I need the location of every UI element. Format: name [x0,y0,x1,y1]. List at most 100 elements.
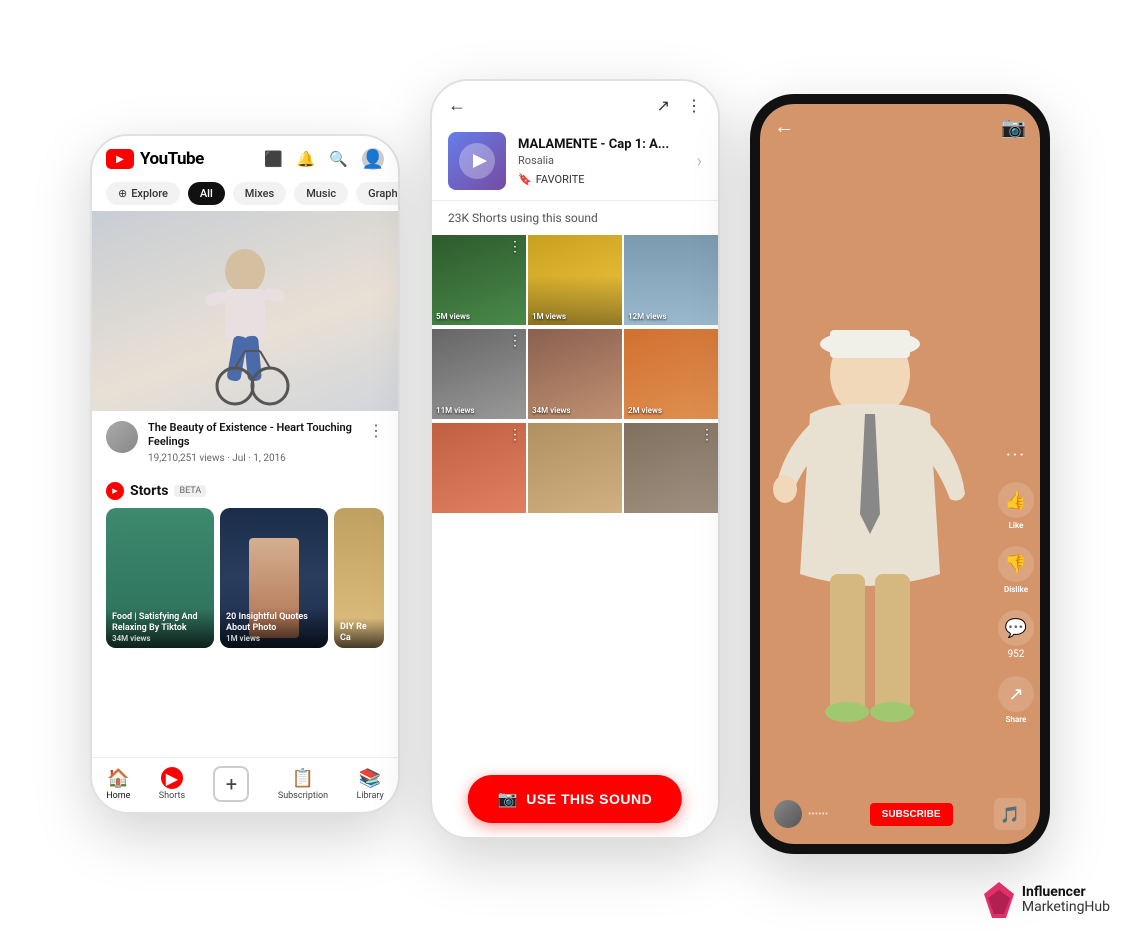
channel-avatar [106,421,138,453]
account-icon[interactable]: 👤 [362,148,384,170]
tiktok-share-action[interactable]: ↗ Share [998,676,1034,724]
shorts-icon [106,482,124,500]
sound-grid-item-7[interactable]: ⋮ [432,423,526,513]
short-label-1: Food | Satisfying And Relaxing By Tiktok… [106,608,214,647]
sound-info: MALAMENTE - Cap 1: A... Rosalia 🔖 FAVORI… [432,126,718,201]
back-arrow-icon[interactable]: ← [448,95,466,116]
youtube-logo-icon [106,149,134,169]
category-graphic[interactable]: Graphic [356,182,398,205]
chevron-right-icon[interactable]: › [697,151,702,172]
video-stats: 19,210,251 views · Jul · 1, 2016 [148,453,358,464]
video-thumbnail-figure [165,221,325,411]
short-label-2: 20 Insightful Quotes About Photo 1M view… [220,608,328,647]
camera-icon: 📷 [498,789,518,809]
subscribe-button[interactable]: SUBSCRIBE [870,803,953,826]
explore-label: Explore [131,187,168,200]
search-icon[interactable]: 🔍 [329,150,348,168]
tiktok-comment-action[interactable]: 💬 952 [998,610,1034,660]
phone-tiktok: ← 📷 [750,94,1050,854]
create-icon[interactable]: + [213,766,249,802]
tiktok-screen: ← 📷 [760,104,1040,844]
scene: YouTube ⬛ 🔔 🔍 👤 ⊕ Explore All [0,0,1140,948]
grid-item-dots-7[interactable]: ⋮ [508,427,522,443]
nav-home[interactable]: 🏠 Home [106,768,130,801]
nav-create[interactable]: + [213,766,249,802]
watermark-text: Influencer MarketingHub [1022,885,1110,916]
tiktok-music-icon[interactable]: 🎵 [994,798,1026,830]
subscription-icon: 📋 [292,768,314,789]
video-meta: The Beauty of Existence - Heart Touching… [148,421,358,464]
tiktok-user-info: •••••• [774,800,828,828]
tiktok-back-icon[interactable]: ← [774,114,794,139]
more-options-icon[interactable]: ⋮ [686,96,702,115]
youtube-logo: YouTube [106,149,204,169]
sound-thumbnail-art [457,141,497,181]
shorts-title: Storts [130,483,168,499]
youtube-header-icons: ⬛ 🔔 🔍 👤 [264,148,384,170]
youtube-header: YouTube ⬛ 🔔 🔍 👤 [92,136,398,176]
short-card-2[interactable]: 20 Insightful Quotes About Photo 1M view… [220,508,328,648]
tiktok-camera-icon[interactable]: 📷 [1001,115,1026,139]
grid-item-dots-4[interactable]: ⋮ [508,333,522,349]
nav-subscription[interactable]: 📋 Subscription [278,768,328,801]
sound-grid-item-2[interactable]: 1M views [528,235,622,325]
like-label: Like [1009,521,1024,530]
options-dots-icon[interactable]: ··· [1006,445,1026,466]
video-thumbnail[interactable] [92,211,398,411]
grid-item-views-5: 34M views [532,406,571,415]
grid-item-views-2: 1M views [532,312,566,321]
sound-grid-item-5[interactable]: 34M views [528,329,622,419]
sound-grid-item-9[interactable]: ⋮ [624,423,718,513]
sound-video-grid: ⋮ 5M views 1M views 12M views ⋮ 11M view… [432,235,718,515]
tiktok-bottom-bar: •••••• SUBSCRIBE 🎵 [760,788,1040,844]
video-info: The Beauty of Existence - Heart Touching… [92,411,398,474]
short-card-3[interactable]: DIY Re Ca [334,508,384,648]
use-this-sound-button[interactable]: 📷 USE THIS SOUND [468,775,682,823]
bell-icon[interactable]: 🔔 [297,150,316,168]
sound-grid-item-1[interactable]: ⋮ 5M views [432,235,526,325]
sound-screen-header: ← ↗ ⋮ [432,81,718,126]
shorts-header: Storts BETA [106,482,384,500]
grid-item-views-6: 2M views [628,406,662,415]
nav-shorts[interactable]: ▶ Shorts [159,767,185,801]
share-label: Share [1006,715,1027,724]
sound-grid-item-8[interactable] [528,423,622,513]
sound-details: MALAMENTE - Cap 1: A... Rosalia 🔖 FAVORI… [518,137,685,186]
sound-grid-item-6[interactable]: 2M views [624,329,718,419]
shorts-nav-icon: ▶ [161,767,183,789]
grid-item-views-1: 5M views [436,312,470,321]
library-icon: 📚 [359,768,381,789]
dislike-label: Dislike [1004,585,1028,594]
like-icon[interactable]: 👍 [998,482,1034,518]
short-card-1[interactable]: Food | Satisfying And Relaxing By Tiktok… [106,508,214,648]
video-options-button[interactable]: ⋮ [368,421,384,440]
tiktok-dislike-action[interactable]: 👎 Dislike [998,546,1034,594]
category-mixes[interactable]: Mixes [233,182,286,205]
grid-item-views-4: 11M views [436,406,475,415]
cast-icon[interactable]: ⬛ [264,150,283,168]
grid-item-dots-9[interactable]: ⋮ [700,427,714,443]
category-all[interactable]: All [188,182,225,205]
sound-grid-item-4[interactable]: ⋮ 11M views [432,329,526,419]
sound-favorite[interactable]: 🔖 FAVORITE [518,173,685,186]
shorts-beta-badge: BETA [174,485,206,497]
comment-icon[interactable]: 💬 [998,610,1034,646]
tiktok-avatar [774,800,802,828]
share-icon[interactable]: ↗ [657,96,670,115]
sound-header-actions: ↗ ⋮ [657,96,702,115]
tiktok-person-figure [760,294,990,794]
nav-subscription-label: Subscription [278,791,328,801]
bottom-navigation: 🏠 Home ▶ Shorts + 📋 Subscription 📚 Libra… [92,757,398,812]
dislike-icon[interactable]: 👎 [998,546,1034,582]
category-music[interactable]: Music [294,182,348,205]
phone-youtube: YouTube ⬛ 🔔 🔍 👤 ⊕ Explore All [90,134,400,814]
phone-sound: ← ↗ ⋮ MALAMENTE - Cap 1: A... Rosa [430,79,720,839]
category-explore[interactable]: ⊕ Explore [106,182,180,205]
tiktok-like-action[interactable]: 👍 Like [998,482,1034,530]
sound-usage-count: 23K Shorts using this sound [432,201,718,235]
share-arrow-icon[interactable]: ↗ [998,676,1034,712]
shorts-row: Food | Satisfying And Relaxing By Tiktok… [106,508,384,648]
nav-library[interactable]: 📚 Library [357,768,384,801]
sound-grid-item-3[interactable]: 12M views [624,235,718,325]
grid-item-dots-1[interactable]: ⋮ [508,239,522,255]
